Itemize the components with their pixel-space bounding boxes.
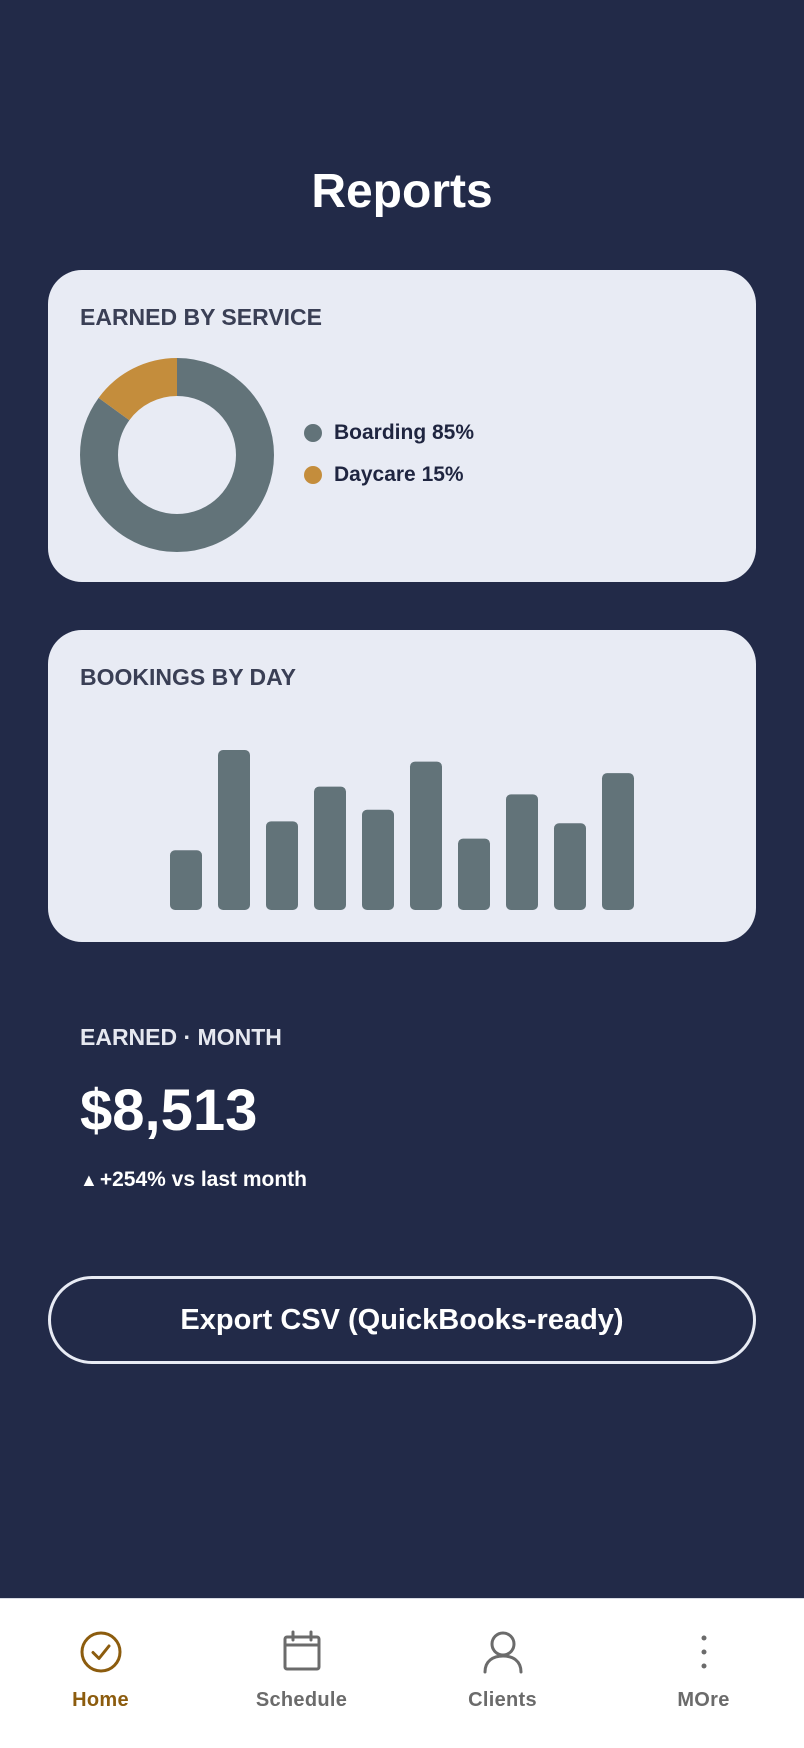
- nav-label-clients: Clients: [468, 1689, 537, 1711]
- legend-swatch-boarding: [304, 424, 322, 442]
- bar-5: [362, 809, 394, 910]
- nav-item-more[interactable]: MOre: [603, 1599, 804, 1748]
- person-icon: [483, 1631, 522, 1674]
- nav-item-clients[interactable]: Clients: [402, 1599, 603, 1748]
- bar-7: [458, 838, 490, 910]
- bar-2: [218, 750, 250, 910]
- earned-by-service-card: EARNED BY SERVICE Boarding 85% Daycare 1…: [48, 270, 756, 582]
- earned-month-label: EARNED · MONTH: [80, 1024, 282, 1050]
- bar-1: [170, 850, 202, 910]
- reports-screen: Reports EARNED BY SERVICE Boarding 85% D…: [0, 0, 804, 1748]
- trend-up-icon: ▲: [80, 1170, 98, 1190]
- earned-month-value: $8,513: [80, 1078, 258, 1143]
- legend-item-boarding: Boarding 85%: [304, 418, 474, 448]
- bar-8: [506, 794, 538, 910]
- export-csv-button[interactable]: Export CSV (QuickBooks-ready): [48, 1276, 756, 1364]
- bottom-navigation: Home Schedule Clients MOre: [0, 1598, 804, 1748]
- earned-change-text: +254% vs last month: [99, 1168, 307, 1191]
- check-circle-icon: [80, 1631, 121, 1673]
- more-vertical-icon: [701, 1635, 706, 1669]
- bar-4: [314, 786, 346, 910]
- bar-9: [554, 823, 586, 910]
- bookings-by-day-card: BOOKINGS BY DAY: [48, 630, 756, 942]
- bar-10: [602, 773, 634, 910]
- card-title: EARNED BY SERVICE: [80, 304, 322, 330]
- earned-change: ▲ +254% vs last month: [80, 1166, 307, 1194]
- calendar-icon: [283, 1630, 320, 1671]
- donut-legend: Boarding 85% Daycare 15%: [304, 418, 474, 502]
- legend-swatch-daycare: [304, 466, 322, 484]
- legend-item-daycare: Daycare 15%: [304, 460, 474, 490]
- bar-3: [266, 821, 298, 910]
- page-title: Reports: [311, 165, 493, 218]
- bookings-by-day-bar-chart: [170, 750, 634, 910]
- nav-label-schedule: Schedule: [255, 1689, 348, 1711]
- nav-item-schedule[interactable]: Schedule: [201, 1599, 402, 1748]
- earned-by-service-donut-chart: [80, 358, 274, 552]
- legend-label-daycare: Daycare 15%: [334, 463, 464, 486]
- nav-label-more: MOre: [677, 1689, 730, 1711]
- legend-label-boarding: Boarding 85%: [334, 421, 475, 444]
- nav-item-home[interactable]: Home: [0, 1599, 201, 1748]
- bar-6: [410, 761, 442, 910]
- nav-label-home: Home: [72, 1689, 129, 1711]
